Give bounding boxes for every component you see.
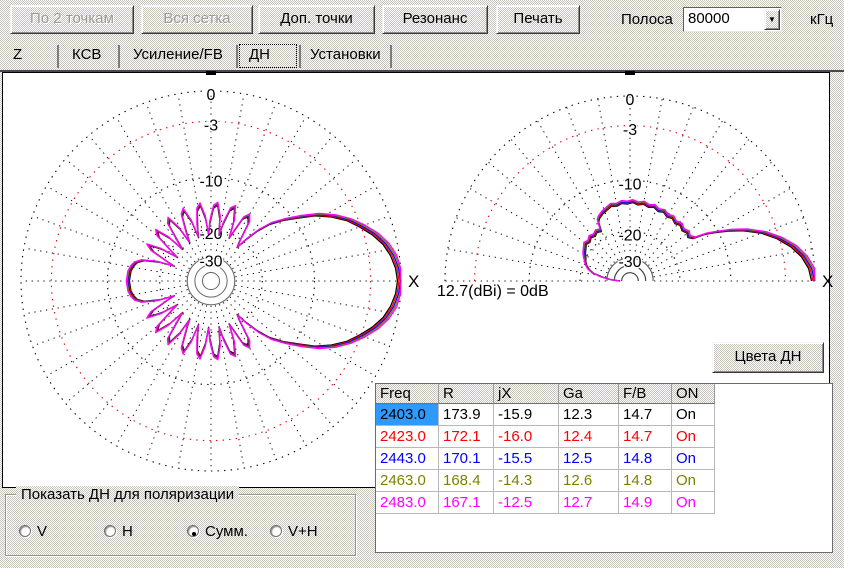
table-cell[interactable]: 12.6	[559, 470, 619, 492]
radio-label: H	[122, 523, 133, 540]
table-cell[interactable]: 2483.0	[376, 492, 439, 514]
table-cell[interactable]: -15.9	[494, 404, 559, 426]
column-header[interactable]: Freq	[376, 384, 439, 404]
chevron-down-icon[interactable]: ▼	[764, 9, 780, 30]
radio-circle-icon[interactable]	[270, 525, 282, 537]
table-row[interactable]: 2423.0 172.1 -16.0 12.4 14.7 On	[376, 426, 832, 448]
column-header[interactable]: F/B	[619, 384, 672, 404]
radio-circle-icon[interactable]	[19, 525, 31, 537]
table-cell[interactable]: 2463.0	[376, 470, 439, 492]
column-header[interactable]: jX	[494, 384, 559, 404]
table-row[interactable]: 2443.0 170.1 -15.5 12.5 14.8 On	[376, 448, 832, 470]
tab-separator	[299, 45, 301, 68]
print-button[interactable]: Печать	[496, 5, 580, 34]
table-row[interactable]: 2483.0 167.1 -12.5 12.7 14.9 On	[376, 492, 832, 514]
tab-separator	[118, 45, 120, 68]
table-cell[interactable]: -12.5	[494, 492, 559, 514]
by-2-points-button: По 2 точкам	[10, 5, 134, 34]
table-cell[interactable]: 2443.0	[376, 448, 439, 470]
table-cell[interactable]: 168.4	[439, 470, 494, 492]
radio-circle-icon[interactable]	[187, 525, 199, 537]
tab-gain-fb[interactable]: Усиление/FB	[133, 46, 223, 68]
radio-circle-icon[interactable]	[104, 525, 116, 537]
radio-label: V	[37, 523, 48, 540]
table-header-row: Freq RjX Ga F/B ON	[376, 384, 832, 404]
table-cell[interactable]: 14.7	[619, 404, 672, 426]
table-cell[interactable]: 12.3	[559, 404, 619, 426]
table-cell[interactable]: On	[672, 492, 715, 514]
band-value[interactable]: 80000	[688, 10, 730, 27]
table-cell[interactable]: 12.4	[559, 426, 619, 448]
table-cell[interactable]: 14.7	[619, 426, 672, 448]
table-cell[interactable]: 14.8	[619, 470, 672, 492]
tab-dn[interactable]: ДН	[249, 46, 270, 68]
radio-label: V+H	[288, 523, 318, 540]
polarization-groupbox: Показать ДН для поляризации V H Сумм. V+H	[5, 486, 356, 556]
column-header[interactable]: R	[439, 384, 494, 404]
radio-selected-dot	[192, 532, 196, 536]
polarization-title: Показать ДН для поляризации	[16, 486, 239, 503]
table-cell[interactable]: On	[672, 448, 715, 470]
table-cell[interactable]: On	[672, 426, 715, 448]
tab-separator	[236, 45, 238, 68]
tab-separator	[57, 45, 59, 68]
table-cell[interactable]: 14.8	[619, 448, 672, 470]
extra-points-button[interactable]: Доп. точки	[258, 5, 375, 34]
tab-separator	[390, 45, 392, 68]
pattern-colors-button[interactable]: Цвета ДН	[712, 342, 824, 373]
band-label: Полоса	[621, 11, 673, 28]
table-cell[interactable]: -15.5	[494, 448, 559, 470]
table-cell[interactable]: 167.1	[439, 492, 494, 514]
resonance-button[interactable]: Резонанс	[382, 5, 488, 34]
table-cell[interactable]: On	[672, 404, 715, 426]
table-cell[interactable]: 170.1	[439, 448, 494, 470]
gain-reference-label: 12.7(dBi) = 0dB	[437, 283, 549, 300]
column-header[interactable]: ON	[672, 384, 715, 404]
table-cell[interactable]: -14.3	[494, 470, 559, 492]
table-row[interactable]: 2463.0 168.4 -14.3 12.6 14.8 On	[376, 470, 832, 492]
table-cell[interactable]: -16.0	[494, 426, 559, 448]
table-cell[interactable]: 12.5	[559, 448, 619, 470]
table-cell[interactable]: 173.9	[439, 404, 494, 426]
table-cell[interactable]: 2423.0	[376, 426, 439, 448]
tab-ksv[interactable]: КСВ	[72, 46, 101, 68]
table-cell[interactable]: 172.1	[439, 426, 494, 448]
column-header[interactable]: Ga	[559, 384, 619, 404]
freq-table[interactable]: Freq RjX Ga F/B ON 2403.0 173.9 -15.9 12.3 14.7 On…	[375, 383, 833, 553]
band-unit-label: кГц	[810, 11, 834, 28]
table-cell[interactable]: 2403.0	[376, 404, 439, 426]
table-row[interactable]: 2403.0 173.9 -15.9 12.3 14.7 On	[376, 404, 832, 426]
whole-grid-button: Вся сетка	[141, 5, 253, 34]
table-cell[interactable]: 14.9	[619, 492, 672, 514]
band-combobox[interactable]: 80000 ▼	[683, 7, 782, 32]
tab-z[interactable]: Z	[13, 46, 22, 68]
radio-label: Сумм.	[205, 523, 248, 540]
tab-setup[interactable]: Установки	[310, 46, 381, 68]
table-cell[interactable]: On	[672, 470, 715, 492]
tab-underline	[0, 70, 844, 72]
table-cell[interactable]: 12.7	[559, 492, 619, 514]
